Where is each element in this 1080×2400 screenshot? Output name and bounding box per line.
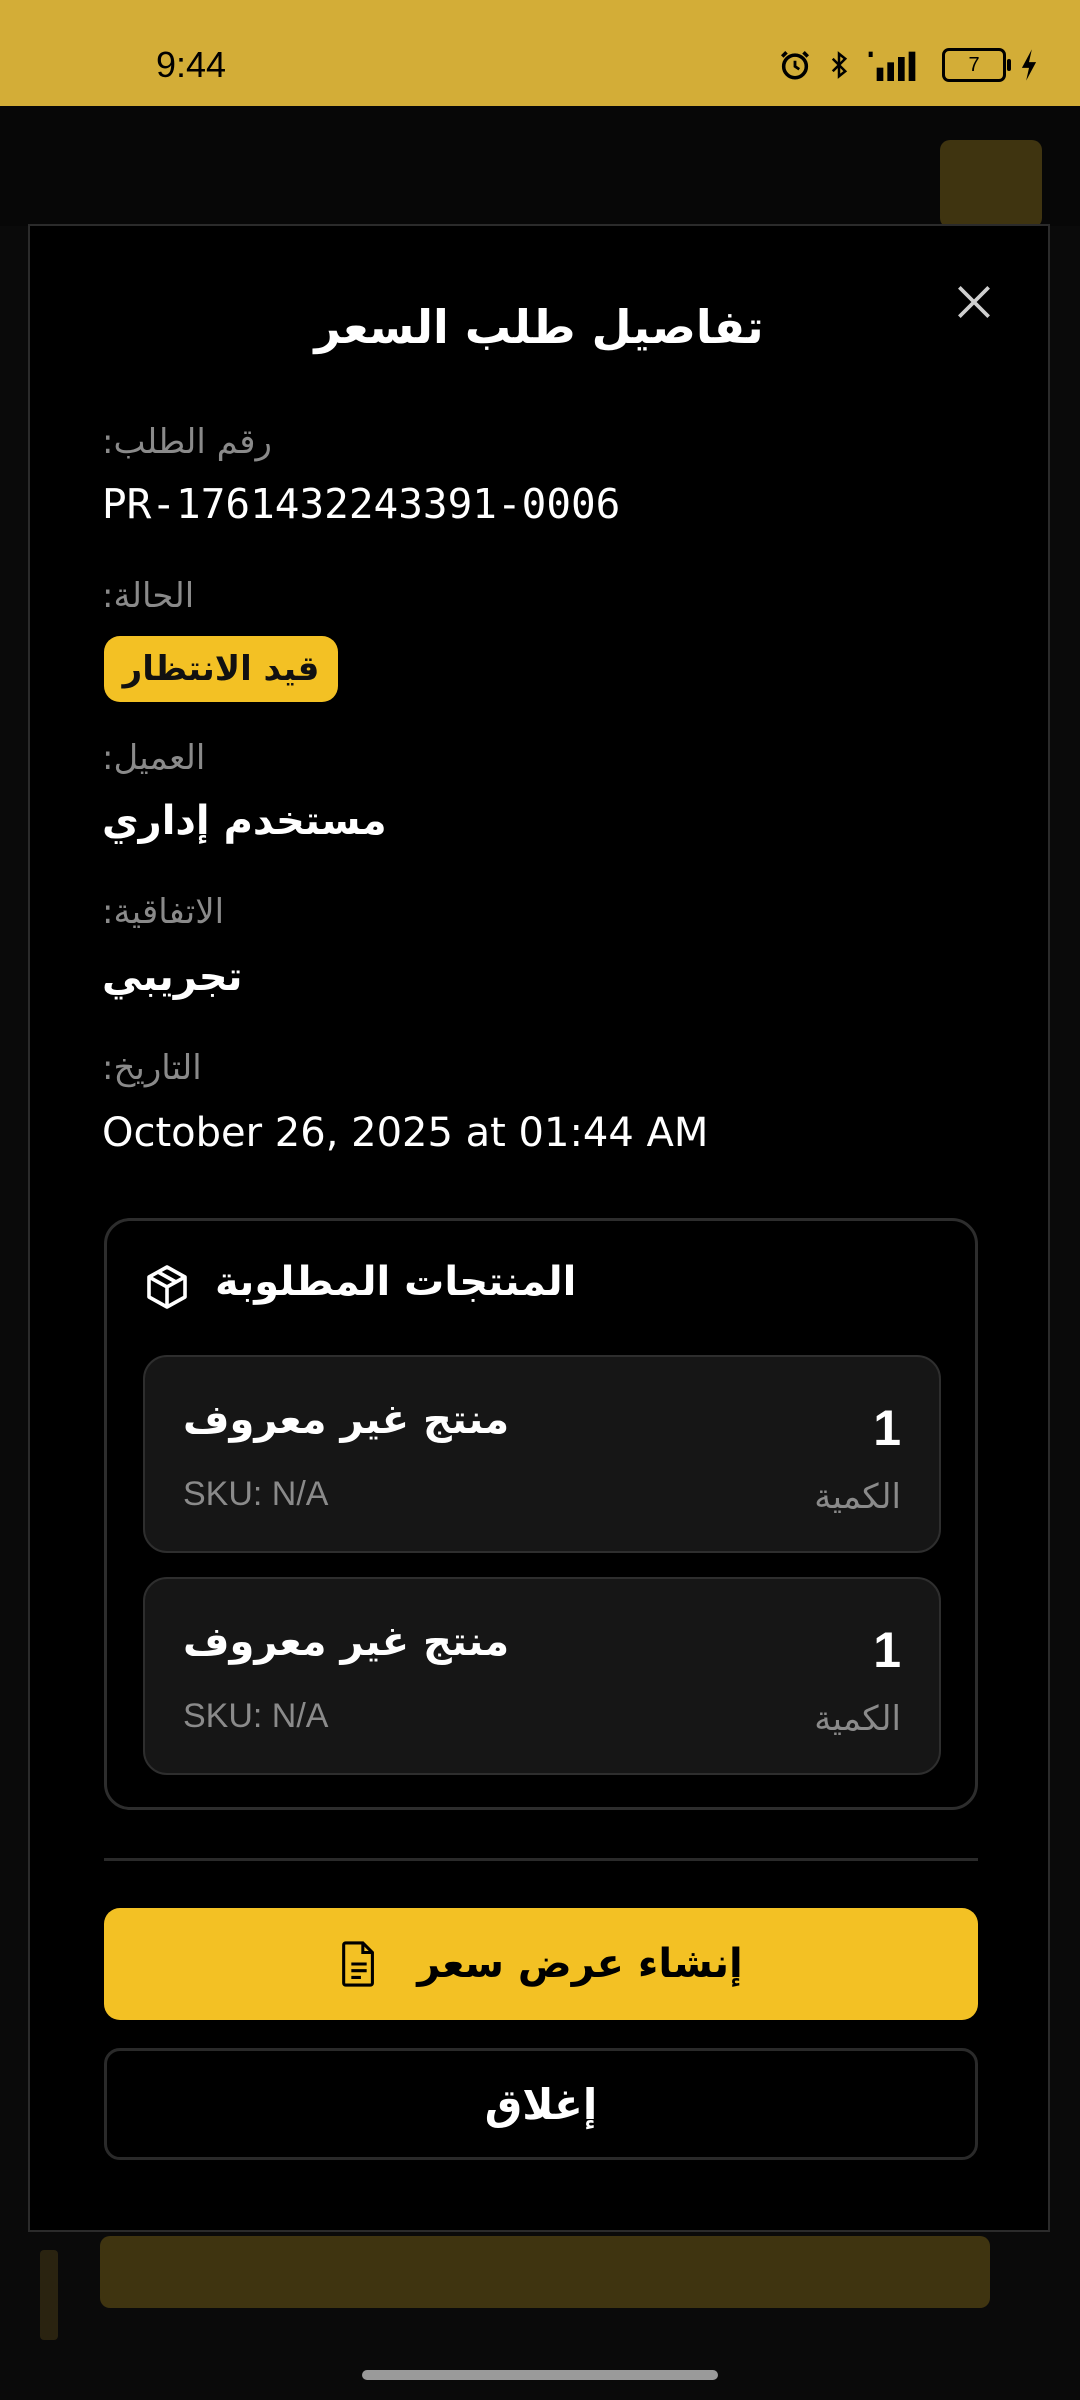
close-button[interactable]: إغلاق	[104, 2048, 978, 2160]
status-badge: قيد الانتظار	[104, 636, 338, 702]
battery-icon: 7	[942, 48, 1011, 82]
home-indicator[interactable]	[362, 2370, 718, 2380]
customer-label: العميل:	[102, 738, 206, 778]
battery-level: 7	[968, 53, 980, 76]
status-label: الحالة:	[102, 576, 195, 616]
status-time: 9:44	[156, 44, 227, 85]
product-name: منتج غير معروف	[183, 1619, 510, 1665]
modal-title: تفاصيل طلب السعر	[314, 300, 764, 354]
charging-icon	[1021, 49, 1037, 81]
background-action-button	[940, 140, 1042, 228]
product-sku: SKU: N/A	[183, 1475, 329, 1513]
customer-value: مستخدم إداري	[102, 798, 387, 844]
date-label: التاريخ:	[102, 1048, 202, 1088]
product-item: منتج غير معروف SKU: N/A 1 الكمية	[143, 1577, 941, 1775]
agreement-label: الاتفاقية:	[102, 892, 225, 932]
order-number-label: رقم الطلب:	[102, 422, 272, 462]
requested-products-section: المنتجات المطلوبة منتج غير معروف SKU: N/…	[104, 1218, 978, 1810]
bluetooth-icon	[831, 51, 848, 79]
product-quantity-label: الكمية	[814, 1699, 901, 1739]
product-item: منتج غير معروف SKU: N/A 1 الكمية	[143, 1355, 941, 1553]
product-quantity-label: الكمية	[814, 1477, 901, 1517]
background-bottom-button	[100, 2236, 990, 2308]
create-quote-button[interactable]: إنشاء عرض سعر	[104, 1908, 978, 2020]
status-bar: 9:44 7	[0, 0, 1080, 106]
background-edge	[40, 2250, 58, 2340]
order-number-value: PR-1761432243391-0006	[102, 480, 621, 528]
product-quantity: 1	[873, 1400, 901, 1456]
product-name: منتج غير معروف	[183, 1397, 510, 1443]
products-title: المنتجات المطلوبة	[215, 1259, 577, 1305]
product-quantity: 1	[873, 1622, 901, 1678]
package-icon	[147, 1265, 187, 1309]
divider	[104, 1858, 978, 1861]
background-header	[0, 106, 1080, 226]
price-request-details-modal: تفاصيل طلب السعر رقم الطلب: PR-176143224…	[28, 224, 1050, 2232]
agreement-value: تجريبي	[102, 954, 243, 1000]
product-sku: SKU: N/A	[183, 1697, 329, 1735]
signal-icon	[868, 51, 916, 81]
create-quote-label: إنشاء عرض سعر	[417, 1941, 743, 1987]
status-icons: 7	[778, 48, 1040, 82]
date-value: October 26, 2025 at 01:44 AM	[102, 1110, 709, 1156]
document-icon	[342, 1941, 375, 1987]
alarm-icon	[780, 50, 810, 80]
